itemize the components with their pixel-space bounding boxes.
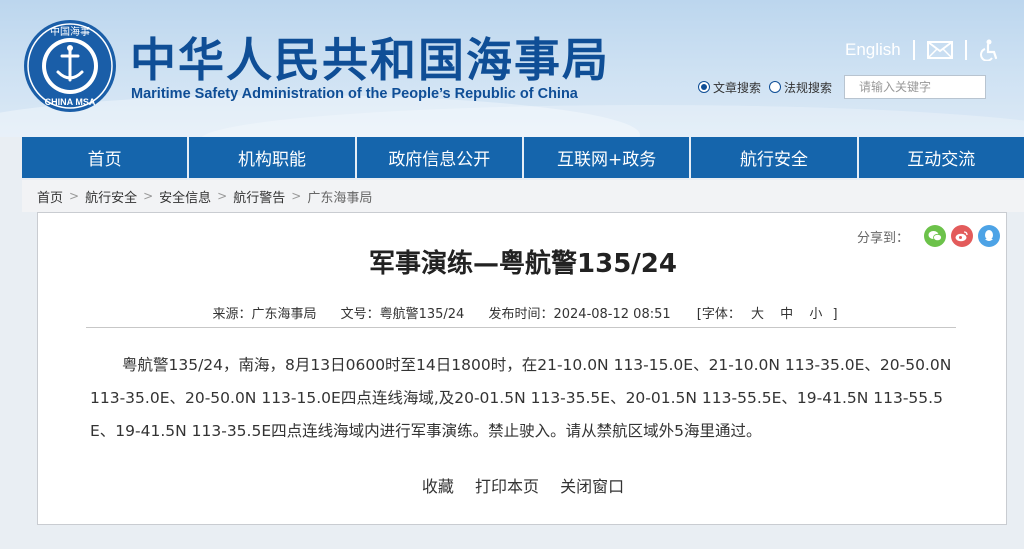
article-container: 分享到： 军事演练—粤航警135/24 来源：广东海事局 文号：粤航警135/2…	[37, 212, 1007, 525]
breadcrumb-guangdong-msa[interactable]: 广东海事局	[307, 187, 372, 206]
emblem-text-top: 中国海事	[50, 25, 90, 38]
top-links: English	[845, 38, 999, 62]
nav-item-internet-gov[interactable]: 互联网+政务	[524, 137, 692, 178]
search-area: 文章搜索 法规搜索	[698, 74, 987, 100]
nav-item-navigation-safety[interactable]: 航行安全	[691, 137, 859, 178]
breadcrumb-navigation-safety[interactable]: 航行安全	[85, 187, 137, 206]
breadcrumb-separator: >	[143, 189, 154, 203]
nav-item-gov-info[interactable]: 政府信息公开	[357, 137, 524, 178]
font-size-end: ]	[832, 307, 838, 322]
weibo-icon	[955, 231, 968, 242]
search-option-article-label: 文章搜索	[713, 80, 762, 95]
main-nav: 首页 机构职能 政府信息公开 互联网+政务 航行安全 互动交流	[22, 137, 1024, 178]
nav-item-functions[interactable]: 机构职能	[189, 137, 357, 178]
search-option-law[interactable]: 法规搜索	[769, 79, 832, 96]
emblem-text-bottom: CHINA MSA	[45, 97, 96, 107]
article-title: 军事演练—粤航警135/24	[369, 249, 677, 279]
close-window-button[interactable]: 关闭窗口	[560, 477, 624, 496]
print-button[interactable]: 打印本页	[475, 477, 539, 496]
breadcrumb-separator: >	[69, 189, 80, 203]
font-size-large[interactable]: 大	[751, 307, 764, 322]
favorite-button[interactable]: 收藏	[422, 477, 454, 496]
search-option-article[interactable]: 文章搜索	[698, 79, 761, 96]
breadcrumb-separator: >	[217, 189, 228, 203]
search-option-law-label: 法规搜索	[784, 80, 833, 95]
font-size-small[interactable]: 小	[809, 307, 822, 322]
site-title: 中华人民共和国海事局	[130, 33, 610, 87]
breadcrumb-safety-info[interactable]: 安全信息	[159, 187, 211, 206]
meta-doc-number: 文号：粤航警135/24	[340, 307, 465, 322]
qq-icon	[985, 230, 993, 241]
radio-unselected[interactable]	[769, 81, 782, 93]
article-meta: 来源：广东海事局 文号：粤航警135/24 发布时间：2024-08-12 08…	[38, 303, 1008, 322]
top-link-divider	[964, 40, 967, 60]
english-link[interactable]: English	[845, 40, 901, 60]
search-input[interactable]	[844, 75, 987, 99]
mail-icon[interactable]	[926, 41, 953, 59]
meta-source: 来源：广东海事局	[212, 307, 317, 322]
font-size-label: [字体：	[696, 307, 741, 322]
msa-emblem-icon[interactable]: 中国海事 CHINA MSA	[22, 18, 118, 114]
breadcrumb-home[interactable]: 首页	[37, 187, 63, 206]
breadcrumb: 首页 > 航行安全 > 安全信息 > 航行警告 > 广东海事局	[22, 180, 1024, 212]
radio-selected[interactable]	[698, 81, 710, 93]
nav-item-home[interactable]: 首页	[22, 137, 190, 178]
wechat-icon	[928, 231, 942, 242]
font-size-medium[interactable]: 中	[780, 307, 793, 322]
breadcrumb-navigation-warning[interactable]: 航行警告	[233, 187, 285, 206]
accessibility-icon[interactable]	[979, 39, 999, 61]
article-actions: 收藏 打印本页 关闭窗口	[38, 473, 1008, 497]
top-link-divider	[912, 40, 915, 60]
meta-divider	[86, 327, 956, 328]
article-body: 粤航警135/24，南海，8月13日0600时至14日1800时，在21-10.…	[90, 356, 952, 440]
meta-publish-time: 发布时间：2024-08-12 08:51	[488, 307, 671, 322]
breadcrumb-separator: >	[291, 189, 302, 203]
site-subtitle: Maritime Safety Administration of the Pe…	[131, 86, 578, 102]
nav-item-interaction[interactable]: 互动交流	[859, 137, 1024, 178]
site-header: 中国海事 CHINA MSA 中华人民共和国海事局 Maritime Safet…	[0, 0, 1024, 137]
